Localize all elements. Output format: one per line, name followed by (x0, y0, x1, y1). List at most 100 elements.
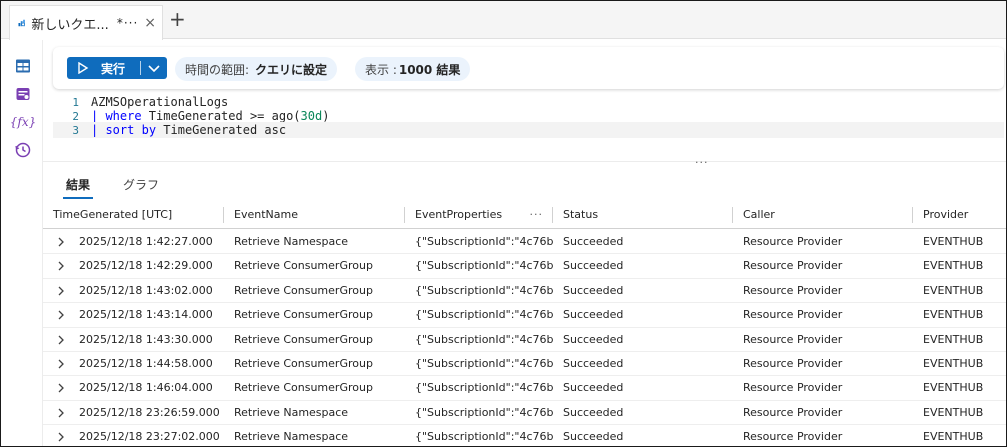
table-cell: EVENTHUB (923, 308, 984, 322)
code-line[interactable]: 3 | sort by TimeGenerated asc (53, 122, 1004, 138)
tab-results[interactable]: 結果 (63, 175, 93, 199)
table-cell: Succeeded (563, 259, 624, 273)
splitter-grip-icon[interactable]: ··· (695, 156, 709, 169)
table-cell: {"SubscriptionId":"4c76b... (415, 308, 553, 322)
table-row[interactable]: 2025/12/18 1:46:04.000 Retrieve ConsumerG… (43, 376, 1006, 401)
table-cell: Succeeded (563, 356, 624, 370)
result-limit-picker[interactable]: 表示 : 1000 結果 (355, 57, 471, 81)
functions-icon[interactable]: {fx} (10, 112, 36, 132)
code-text: | sort by TimeGenerated asc (91, 123, 286, 137)
table-row[interactable]: 2025/12/18 1:43:30.000 Retrieve ConsumerG… (43, 328, 1006, 352)
chevron-right-icon[interactable] (55, 431, 67, 443)
code-text: AZMSOperationalLogs (91, 95, 228, 109)
pane-splitter[interactable]: ··· (43, 156, 1006, 169)
query-tab-title: 新しいクエ... (31, 17, 109, 33)
chevron-right-icon[interactable] (55, 334, 67, 346)
table-grid-icon (16, 59, 30, 73)
table-cell: EVENTHUB (923, 235, 984, 248)
table-cell: Retrieve ConsumerGroup (234, 283, 373, 297)
chevron-right-icon[interactable] (55, 260, 67, 272)
clock-history-icon (15, 142, 31, 158)
column-header-eventname[interactable]: EventName (224, 201, 405, 229)
table-cell: Succeeded (563, 283, 624, 297)
chevron-right-icon[interactable] (55, 358, 67, 370)
table-cell: 2025/12/18 1:42:27.000 (79, 235, 213, 248)
column-header-status[interactable]: Status (553, 201, 733, 229)
table-row[interactable]: 2025/12/18 1:44:58.000 Retrieve ConsumerG… (43, 352, 1006, 377)
table-row[interactable]: 2025/12/18 23:26:59.000 Retrieve Namespac… (43, 401, 1006, 426)
code-token: TimeGenerated asc (156, 123, 287, 137)
column-header-label: Status (563, 208, 599, 221)
table-cell: EVENTHUB (923, 259, 984, 273)
table-cell: {"SubscriptionId":"4c76b... (415, 332, 553, 346)
run-button[interactable]: 実行 (67, 57, 167, 79)
app-window: 新しいクエ... *··· × + {fx} 実行 時間の範囲: クエリに設定 … (0, 0, 1007, 447)
tab-strip: 新しいクエ... *··· × + (1, 1, 1006, 40)
table-cell: Retrieve Namespace (234, 235, 349, 248)
table-cell: Retrieve ConsumerGroup (234, 381, 373, 395)
table-cell: 2025/12/18 1:46:04.000 (79, 381, 213, 395)
chevron-right-icon[interactable] (55, 309, 67, 321)
add-tab-icon[interactable]: + (169, 9, 186, 29)
table-cell: EVENTHUB (923, 430, 984, 444)
column-header-timegenerated[interactable]: TimeGenerated [UTC] (43, 201, 224, 229)
table-row[interactable]: 2025/12/18 1:43:02.000 Retrieve ConsumerG… (43, 279, 1006, 304)
chevron-right-icon[interactable] (55, 407, 67, 419)
table-row[interactable]: 2025/12/18 23:27:02.000 Retrieve Namespac… (43, 425, 1006, 446)
close-icon[interactable]: × (144, 15, 156, 31)
time-range-picker[interactable]: 時間の範囲: クエリに設定 (175, 57, 338, 81)
grid-rows: 2025/12/18 1:42:27.000 Retrieve Namespace… (43, 230, 1006, 446)
table-cell: Retrieve ConsumerGroup (234, 308, 373, 322)
column-header-caller[interactable]: Caller (733, 201, 913, 229)
table-cell: Succeeded (563, 381, 624, 395)
code-token: AZMSOperationalLogs (91, 95, 229, 109)
line-number: 1 (72, 95, 79, 109)
table-cell: 2025/12/18 1:43:30.000 (79, 332, 213, 346)
column-header-label: Provider (923, 208, 969, 221)
table-cell: {"SubscriptionId":"4c76b... (415, 235, 553, 248)
table-row[interactable]: 2025/12/18 1:43:14.000 Retrieve ConsumerG… (43, 303, 1006, 328)
table-row[interactable]: 2025/12/18 1:42:27.000 Retrieve Namespace… (43, 230, 1006, 255)
table-cell: Resource Provider (743, 332, 843, 346)
code-token: ) (322, 109, 330, 123)
column-header-provider[interactable]: Provider (913, 201, 1006, 229)
grid-header: TimeGenerated [UTC] EventName EventPrope… (43, 201, 1006, 229)
results-grid: TimeGenerated [UTC] EventName EventPrope… (43, 201, 1006, 446)
table-cell: EVENTHUB (923, 283, 984, 297)
run-button-label: 実行 (101, 61, 126, 76)
chevron-right-icon[interactable] (55, 285, 67, 297)
column-header-label: EventName (234, 208, 298, 221)
tables-icon[interactable] (13, 56, 33, 76)
code-token: | (91, 123, 106, 137)
table-cell: Retrieve Namespace (234, 430, 349, 444)
history-icon[interactable] (13, 140, 33, 160)
table-cell: {"SubscriptionId":"4c76b... (415, 356, 553, 370)
column-header-eventproperties[interactable]: EventProperties ··· (405, 201, 553, 229)
saved-queries-icon (16, 88, 30, 100)
query-editor[interactable]: 1 AZMSOperationalLogs 2 | where TimeGenerat… (53, 93, 1004, 151)
query-tab[interactable]: 新しいクエ... *··· × (9, 5, 163, 40)
column-menu-icon[interactable]: ··· (530, 201, 544, 229)
code-token: by (141, 123, 157, 137)
run-split-divider (140, 61, 141, 75)
table-cell: Succeeded (563, 308, 624, 322)
table-cell: Resource Provider (743, 283, 843, 297)
chevron-right-icon[interactable] (55, 236, 67, 248)
chevron-down-icon[interactable] (146, 60, 162, 76)
table-cell: Succeeded (563, 332, 624, 346)
chevron-right-icon[interactable] (55, 382, 67, 394)
result-limit-key: 表示 : (365, 62, 397, 77)
play-icon (78, 62, 89, 74)
tab-chart[interactable]: グラフ (123, 175, 159, 199)
table-cell: Resource Provider (743, 405, 843, 419)
code-token: | (91, 109, 106, 123)
table-cell: {"SubscriptionId":"4c76b... (415, 430, 553, 444)
table-cell: EVENTHUB (923, 356, 984, 370)
table-cell: EVENTHUB (923, 381, 984, 395)
table-row[interactable]: 2025/12/18 1:42:29.000 Retrieve ConsumerG… (43, 254, 1006, 279)
table-cell: 2025/12/18 1:42:29.000 (79, 259, 213, 273)
table-cell: Retrieve ConsumerGroup (234, 356, 373, 370)
queries-icon[interactable] (13, 84, 33, 104)
table-cell: 2025/12/18 23:26:59.000 (79, 405, 220, 419)
unsaved-indicator: *··· (116, 16, 139, 30)
